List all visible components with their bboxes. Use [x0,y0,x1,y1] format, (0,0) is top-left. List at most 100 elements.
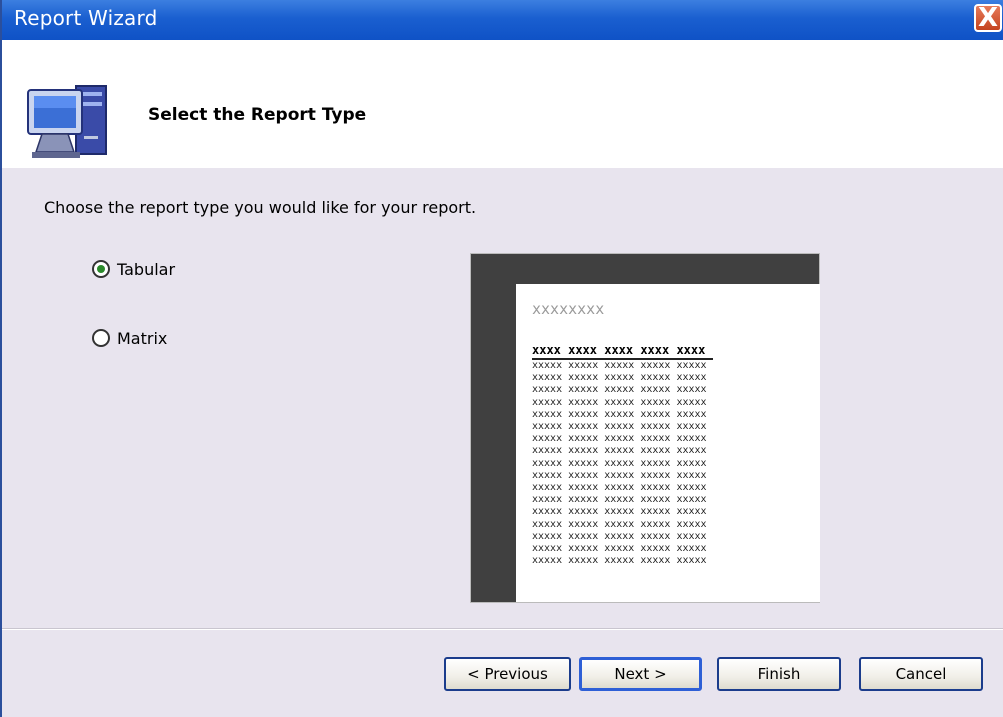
preview-row: xxxxx xxxxx xxxxx xxxxx xxxxx [532,543,713,555]
preview-cell: xxxxx [568,530,599,542]
preview-cell: xxxxx [676,542,707,554]
preview-header-cell: xxxx [676,342,713,360]
previous-button[interactable]: < Previous [444,657,571,691]
preview-cell: xxxxx [568,469,599,481]
computer-icon [27,85,107,158]
preview-row: xxxxx xxxxx xxxxx xxxxx xxxxx [532,421,713,433]
preview-cell: xxxxx [532,457,563,469]
preview-body: xxxxx xxxxx xxxxx xxxxx xxxxx xxxxx xxxxx xxxxx… [532,359,713,567]
next-button[interactable]: Next > [579,657,702,691]
preview-cell: xxxxx [640,530,671,542]
preview-cell: xxxxx [568,542,599,554]
preview-cell: xxxxx [568,433,599,445]
preview-cell: xxxxx [568,396,599,408]
radio-tabular[interactable]: Tabular [92,258,175,280]
radio-tabular-label: Tabular [117,259,176,279]
preview-row: xxxxx xxxxx xxxxx xxxxx xxxxx [532,458,713,470]
radio-dot-icon [97,265,105,273]
preview-cell: xxxxx [604,384,635,396]
header-title: Select the Report Type [148,105,367,125]
preview-row: xxxxx xxxxx xxxxx xxxxx xxxxx [532,372,713,384]
preview-row: xxxxx xxxxx xxxxx xxxxx xxxxx [532,494,713,506]
preview-header-cell: xxxx [532,342,569,360]
preview-cell: xxxxx [532,555,563,567]
preview-table: xxxx xxxx xxxx xxxx xxxx xxxxx xxxxx xxxxx xxxx… [532,342,713,567]
preview-cell: xxxxx [640,469,671,481]
preview-cell: xxxxx [676,469,707,481]
preview-row: xxxxx xxxxx xxxxx xxxxx xxxxx [532,384,713,396]
preview-cell: xxxxx [640,433,671,445]
preview-row: xxxxx xxxxx xxxxx xxxxx xxxxx [532,445,713,457]
preview-cell: xxxxx [640,506,671,518]
preview-header-cell: xxxx [568,342,605,360]
radio-selected-icon[interactable] [92,260,110,278]
preview-cell: xxxxx [604,494,635,506]
preview-cell: xxxxx [604,360,635,372]
radio-unselected-icon[interactable] [92,329,110,347]
preview-row: xxxxx xxxxx xxxxx xxxxx xxxxx [532,470,713,482]
preview-header-cell: xxxx [604,342,641,360]
preview-cell: xxxxx [640,518,671,530]
preview-cell: xxxxx [604,481,635,493]
preview-cell: xxxxx [604,469,635,481]
preview-cell: xxxxx [532,506,563,518]
preview-row: xxxxx xxxxx xxxxx xxxxx xxxxx [532,518,713,530]
radio-matrix[interactable]: Matrix [92,327,167,349]
preview-cell: xxxxx [532,542,563,554]
preview-cell: xxxxx [532,494,563,506]
preview-row: xxxxx xxxxx xxxxx xxxxx xxxxx [532,397,713,409]
preview-cell: xxxxx [604,530,635,542]
preview-cell: xxxxx [676,555,707,567]
preview-row: xxxxx xxxxx xxxxx xxxxx xxxxx [532,506,713,518]
report-wizard-window: Report Wizard X Select the Report Type C… [0,0,1003,717]
preview-cell: xxxxx [532,433,563,445]
preview-cell: xxxxx [604,542,635,554]
preview-cell: xxxxx [676,494,707,506]
preview-cell: xxxxx [532,384,563,396]
preview-cell: xxxxx [532,518,563,530]
preview-cell: xxxxx [604,396,635,408]
finish-button[interactable]: Finish [717,657,841,691]
preview-cell: xxxxx [640,396,671,408]
preview-cell: xxxxx [532,530,563,542]
preview-cell: xxxxx [676,421,707,433]
close-button[interactable]: X [974,3,1002,33]
preview-row: xxxxx xxxxx xxxxx xxxxx xxxxx [532,482,713,494]
instruction-text: Choose the report type you would like fo… [44,198,477,217]
preview-cell: xxxxx [568,481,599,493]
preview-row: xxxxx xxxxx xxxxx xxxxx xxxxx [532,555,713,567]
preview-cell: xxxxx [604,408,635,420]
preview-cell: xxxxx [568,506,599,518]
preview-header-cell: xxxx [640,342,677,360]
preview-row: xxxxx xxxxx xxxxx xxxxx xxxxx [532,409,713,421]
preview-cell: xxxxx [640,372,671,384]
preview-row: xxxxx xxxxx xxxxx xxxxx xxxxx [532,531,713,543]
preview-cell: xxxxx [532,408,563,420]
footer-separator [2,628,1003,630]
preview-cell: xxxxx [568,421,599,433]
preview-row: xxxxx xxxxx xxxxx xxxxx xxxxx [532,433,713,445]
preview-cell: xxxxx [676,384,707,396]
preview-cell: xxxxx [640,421,671,433]
preview-cell: xxxxx [640,445,671,457]
preview-cell: xxxxx [604,506,635,518]
preview-cell: xxxxx [640,481,671,493]
title-bar[interactable]: Report Wizard X [2,0,1003,40]
preview-cell: xxxxx [532,421,563,433]
preview-cell: xxxxx [640,542,671,554]
preview-cell: xxxxx [568,372,599,384]
preview-cell: xxxxx [604,555,635,567]
preview-cell: xxxxx [568,360,599,372]
preview-cell: xxxxx [640,384,671,396]
preview-cell: xxxxx [604,445,635,457]
preview-cell: xxxxx [568,384,599,396]
preview-cell: xxxxx [676,360,707,372]
preview-cell: xxxxx [532,469,563,481]
preview-cell: xxxxx [676,396,707,408]
cancel-button[interactable]: Cancel [859,657,983,691]
preview-cell: xxxxx [568,445,599,457]
preview-cell: xxxxx [676,530,707,542]
preview-cell: xxxxx [640,408,671,420]
preview-cell: xxxxx [676,445,707,457]
preview-cell: xxxxx [676,408,707,420]
